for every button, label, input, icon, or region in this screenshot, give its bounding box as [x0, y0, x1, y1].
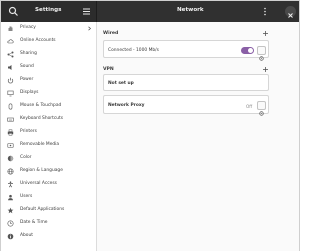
- gear-icon: [259, 56, 264, 61]
- globe-icon: [7, 168, 14, 175]
- sidebar-item-label: Date & Time: [20, 220, 48, 225]
- wired-connection-status: Connected - 1000 Mb/s: [108, 48, 159, 53]
- sidebar-item-label: Keyboard Shortcuts: [20, 116, 64, 121]
- vpn-status: Not set up: [108, 81, 134, 86]
- sidebar-item-label: Universal Access: [20, 181, 57, 186]
- sidebar-item-printers[interactable]: Printers: [1, 126, 96, 139]
- users-icon: [8, 194, 13, 201]
- header-bar: Settings Network: [1, 1, 299, 22]
- sidebar-item-label: Sound: [20, 64, 34, 69]
- vpn-card: Not set up: [103, 74, 269, 91]
- keyboard-icon: [7, 117, 14, 122]
- settings-window: Settings Network Privacy Online Accounts…: [0, 0, 300, 251]
- cloud-icon: [7, 39, 14, 44]
- sidebar-item-removable-media[interactable]: Removable Media: [1, 139, 96, 152]
- network-proxy-label: Network Proxy: [108, 103, 145, 108]
- hand-icon: [8, 26, 13, 31]
- star-icon: [7, 207, 14, 214]
- media-icon: [7, 143, 14, 148]
- sidebar-item-label: Displays: [20, 90, 39, 95]
- power-icon: [7, 77, 14, 84]
- sidebar-item-universal-access[interactable]: Universal Access: [1, 178, 96, 191]
- sidebar: Privacy Online Accounts Sharing Sound Po…: [1, 22, 97, 251]
- sidebar-item-label: Region & Language: [20, 168, 63, 173]
- wired-toggle[interactable]: [241, 47, 254, 54]
- sidebar-item-date-time[interactable]: Date & Time: [1, 217, 96, 230]
- sidebar-item-mouse-touchpad[interactable]: Mouse & Touchpad: [1, 100, 96, 113]
- sidebar-item-power[interactable]: Power: [1, 74, 96, 87]
- sidebar-item-label: Mouse & Touchpad: [20, 103, 62, 108]
- toggle-knob: [248, 48, 253, 53]
- sidebar-item-displays[interactable]: Displays: [1, 87, 96, 100]
- sidebar-item-label: Online Accounts: [20, 38, 56, 43]
- sidebar-item-label: Users: [20, 194, 33, 199]
- sidebar-item-label: Privacy: [20, 25, 36, 30]
- add-vpn-icon[interactable]: [262, 66, 269, 73]
- sidebar-item-color[interactable]: Color: [1, 152, 96, 165]
- mouse-icon: [8, 103, 13, 110]
- sidebar-item-users[interactable]: Users: [1, 191, 96, 204]
- app-title: Settings: [35, 7, 62, 13]
- sidebar-item-online-accounts[interactable]: Online Accounts: [1, 35, 96, 48]
- close-icon: [288, 13, 293, 18]
- more-options-icon[interactable]: [262, 6, 268, 17]
- network-panel: Wired Connected - 1000 Mb/s VPN Not set …: [97, 22, 299, 251]
- sidebar-item-label: Removable Media: [20, 142, 60, 147]
- sidebar-item-about[interactable]: About: [1, 230, 96, 243]
- gear-icon: [259, 111, 264, 116]
- wired-card: Connected - 1000 Mb/s: [103, 40, 269, 61]
- sidebar-item-keyboard-shortcuts[interactable]: Keyboard Shortcuts: [1, 113, 96, 126]
- proxy-card[interactable]: Network Proxy Off: [103, 95, 269, 116]
- sidebar-item-default-applications[interactable]: Default Applications: [1, 204, 96, 217]
- sidebar-item-label: Default Applications: [20, 207, 65, 212]
- clock-icon: [7, 220, 14, 227]
- sidebar-item-sound[interactable]: Sound: [1, 61, 96, 74]
- sidebar-item-privacy[interactable]: Privacy: [1, 22, 96, 35]
- hamburger-menu-icon[interactable]: [81, 6, 92, 17]
- page-title: Network: [177, 7, 204, 13]
- sidebar-item-label: Sharing: [20, 51, 37, 56]
- search-icon[interactable]: [7, 5, 20, 18]
- chevron-right-icon: [88, 26, 92, 31]
- wired-settings-button[interactable]: [257, 46, 266, 61]
- add-wired-icon[interactable]: [262, 30, 269, 37]
- sidebar-item-label: Printers: [20, 129, 37, 134]
- proxy-status: Off: [246, 104, 253, 109]
- sidebar-item-region-language[interactable]: Region & Language: [1, 165, 96, 178]
- sidebar-item-label: Power: [20, 77, 34, 82]
- sidebar-header: Settings: [1, 1, 97, 22]
- display-icon: [7, 90, 14, 97]
- printer-icon: [7, 129, 14, 136]
- wired-section-title: Wired: [103, 31, 119, 36]
- sidebar-item-sharing[interactable]: Sharing: [1, 48, 96, 61]
- proxy-settings-button[interactable]: [257, 101, 266, 116]
- sidebar-item-label: About: [20, 233, 33, 238]
- speaker-icon: [8, 65, 12, 70]
- close-button[interactable]: [285, 6, 296, 18]
- share-icon: [7, 51, 14, 58]
- accessibility-icon: [8, 181, 13, 188]
- color-icon: [7, 155, 14, 162]
- sidebar-item-label: Color: [20, 155, 32, 160]
- vpn-section-title: VPN: [103, 67, 114, 72]
- info-icon: [7, 233, 14, 240]
